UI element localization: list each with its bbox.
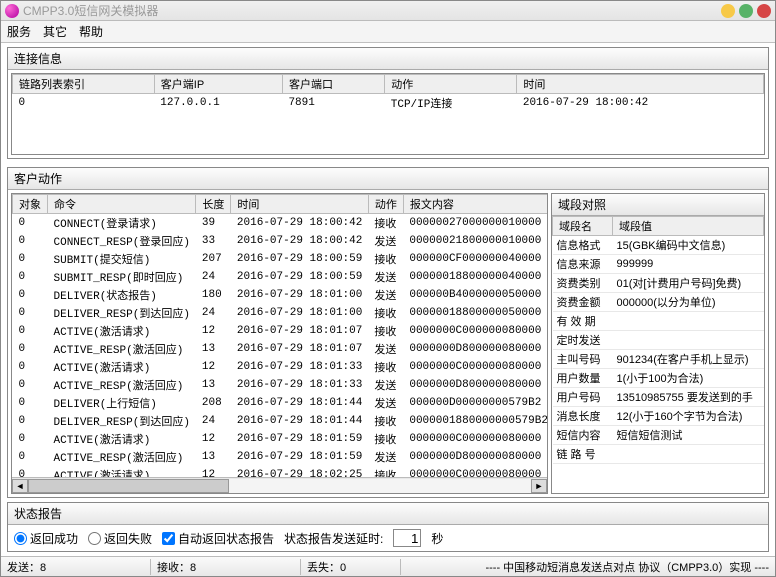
table-row[interactable]: 0ACTIVE_RESP(激活回应)132016-07-29 18:01:59发… — [13, 448, 548, 466]
scroll-left-icon[interactable]: ◄ — [12, 479, 28, 493]
statusbar: 发送：8 接收：8 丢失：0 ---- 中国移动短消息发送点对点 协议（CMPP… — [1, 556, 775, 576]
field-header: 域段对照 — [552, 194, 764, 216]
menu-help[interactable]: 帮助 — [79, 23, 103, 40]
table-row[interactable]: 链 路 号 — [553, 445, 764, 464]
col-header[interactable]: 客户端口 — [282, 75, 384, 94]
delay-label: 状态报告发送延时: — [284, 530, 383, 547]
action-table: 对象命令长度时间动作报文内容 0CONNECT(登录请求)392016-07-2… — [12, 194, 547, 477]
table-row[interactable]: 0ACTIVE(激活请求)122016-07-29 18:02:25接收0000… — [13, 466, 548, 477]
col-header[interactable]: 对象 — [13, 195, 48, 214]
col-header[interactable]: 时间 — [231, 195, 368, 214]
delay-unit: 秒 — [431, 530, 443, 547]
table-row[interactable]: 0CONNECT(登录请求)392016-07-29 18:00:42接收000… — [13, 214, 548, 233]
col-header[interactable]: 动作 — [368, 195, 403, 214]
table-row[interactable]: 0SUBMIT(提交短信)2072016-07-29 18:00:59接收000… — [13, 250, 548, 268]
connection-table-wrap[interactable]: 链路列表索引客户端IP客户端口动作时间 0127.0.0.17891TCP/IP… — [11, 73, 765, 155]
table-row[interactable]: 0DELIVER_RESP(到达回应)242016-07-29 18:01:44… — [13, 412, 548, 430]
footer-lost: 丢失：0 — [301, 559, 401, 575]
table-row[interactable]: 0ACTIVE(激活请求)122016-07-29 18:01:07接收0000… — [13, 322, 548, 340]
table-row[interactable]: 主叫号码901234(在客户手机上显示) — [553, 350, 764, 369]
table-row[interactable]: 资费类别01(对[计费用户号码]免费) — [553, 274, 764, 293]
connection-header: 连接信息 — [8, 48, 768, 70]
menubar: 服务 其它 帮助 — [1, 21, 775, 43]
action-table-wrap[interactable]: 对象命令长度时间动作报文内容 0CONNECT(登录请求)392016-07-2… — [12, 194, 547, 477]
scroll-thumb[interactable] — [28, 479, 229, 493]
table-row[interactable]: 0DELIVER(上行短信)2082016-07-29 18:01:44发送00… — [13, 394, 548, 412]
connection-panel: 连接信息 链路列表索引客户端IP客户端口动作时间 0127.0.0.17891T… — [7, 47, 769, 159]
radio-fail-input[interactable] — [88, 532, 101, 545]
field-panel: 域段对照 域段名域段值 信息格式15(GBK编码中文信息)信息来源999999资… — [551, 193, 765, 494]
col-header[interactable]: 时间 — [517, 75, 764, 94]
table-row[interactable]: 用户数量1(小于100为合法) — [553, 369, 764, 388]
col-header[interactable]: 动作 — [385, 75, 517, 94]
checkbox-auto-input[interactable] — [162, 532, 175, 545]
menu-service[interactable]: 服务 — [7, 23, 31, 40]
table-row[interactable]: 0DELIVER_RESP(到达回应)242016-07-29 18:01:00… — [13, 304, 548, 322]
col-header[interactable]: 客户端IP — [154, 75, 282, 94]
status-header: 状态报告 — [8, 503, 768, 525]
app-icon — [5, 4, 19, 18]
table-row[interactable]: 0ACTIVE(激活请求)122016-07-29 18:01:59接收0000… — [13, 430, 548, 448]
radio-fail[interactable]: 返回失败 — [88, 530, 152, 547]
footer-tail: ---- 中国移动短消息发送点对点 协议（CMPP3.0）实现 ---- — [401, 559, 775, 575]
table-row[interactable]: 0ACTIVE_RESP(激活回应)132016-07-29 18:01:33发… — [13, 376, 548, 394]
status-panel: 状态报告 返回成功 返回失败 自动返回状态报告 状态报告发送延时: 秒 — [7, 502, 769, 552]
table-row[interactable]: 0ACTIVE_RESP(激活回应)132016-07-29 18:01:07发… — [13, 340, 548, 358]
radio-success-input[interactable] — [14, 532, 27, 545]
footer-send: 发送：8 — [1, 559, 151, 575]
table-row[interactable]: 有 效 期 — [553, 312, 764, 331]
table-row[interactable]: 0CONNECT_RESP(登录回应)332016-07-29 18:00:42… — [13, 232, 548, 250]
table-row[interactable]: 0DELIVER(状态报告)1802016-07-29 18:01:00发送00… — [13, 286, 548, 304]
checkbox-auto[interactable]: 自动返回状态报告 — [162, 530, 274, 547]
col-header[interactable]: 域段值 — [613, 217, 764, 236]
titlebar[interactable]: CMPP3.0短信网关模拟器 — [1, 1, 775, 21]
window-title: CMPP3.0短信网关模拟器 — [23, 2, 717, 19]
table-row[interactable]: 0SUBMIT_RESP(即时回应)242016-07-29 18:00:59发… — [13, 268, 548, 286]
col-header[interactable]: 链路列表索引 — [13, 75, 155, 94]
table-row[interactable]: 定时发送 — [553, 331, 764, 350]
app-window: CMPP3.0短信网关模拟器 服务 其它 帮助 连接信息 链路列表索引客户端IP… — [0, 0, 776, 577]
menu-other[interactable]: 其它 — [43, 23, 67, 40]
table-row[interactable]: 短信内容短信短信测试 — [553, 426, 764, 445]
h-scrollbar[interactable]: ◄ ► — [12, 477, 547, 493]
field-table-wrap[interactable]: 域段名域段值 信息格式15(GBK编码中文信息)信息来源999999资费类别01… — [552, 216, 764, 493]
table-row[interactable]: 资费金额000000(以分为单位) — [553, 293, 764, 312]
maximize-button[interactable] — [739, 4, 753, 18]
footer-recv: 接收：8 — [151, 559, 301, 575]
action-panel: 客户动作 对象命令长度时间动作报文内容 0CONNECT(登录请求)392016… — [7, 167, 769, 498]
table-row[interactable]: 消息长度12(小于160个字节为合法) — [553, 407, 764, 426]
close-button[interactable] — [757, 4, 771, 18]
field-table: 域段名域段值 信息格式15(GBK编码中文信息)信息来源999999资费类别01… — [552, 216, 764, 464]
table-row[interactable]: 信息来源999999 — [553, 255, 764, 274]
table-row[interactable]: 信息格式15(GBK编码中文信息) — [553, 236, 764, 255]
col-header[interactable]: 命令 — [48, 195, 196, 214]
table-row[interactable]: 0127.0.0.17891TCP/IP连接2016-07-29 18:00:4… — [13, 94, 764, 113]
connection-table: 链路列表索引客户端IP客户端口动作时间 0127.0.0.17891TCP/IP… — [12, 74, 764, 112]
minimize-button[interactable] — [721, 4, 735, 18]
col-header[interactable]: 报文内容 — [403, 195, 547, 214]
table-row[interactable]: 0ACTIVE(激活请求)122016-07-29 18:01:33接收0000… — [13, 358, 548, 376]
action-header: 客户动作 — [8, 168, 768, 190]
radio-success[interactable]: 返回成功 — [14, 530, 78, 547]
col-header[interactable]: 域段名 — [553, 217, 613, 236]
action-log: 对象命令长度时间动作报文内容 0CONNECT(登录请求)392016-07-2… — [11, 193, 548, 494]
table-row[interactable]: 用户号码13510985755 要发送到的手 — [553, 388, 764, 407]
col-header[interactable]: 长度 — [196, 195, 231, 214]
scroll-right-icon[interactable]: ► — [531, 479, 547, 493]
delay-input[interactable] — [393, 529, 421, 547]
